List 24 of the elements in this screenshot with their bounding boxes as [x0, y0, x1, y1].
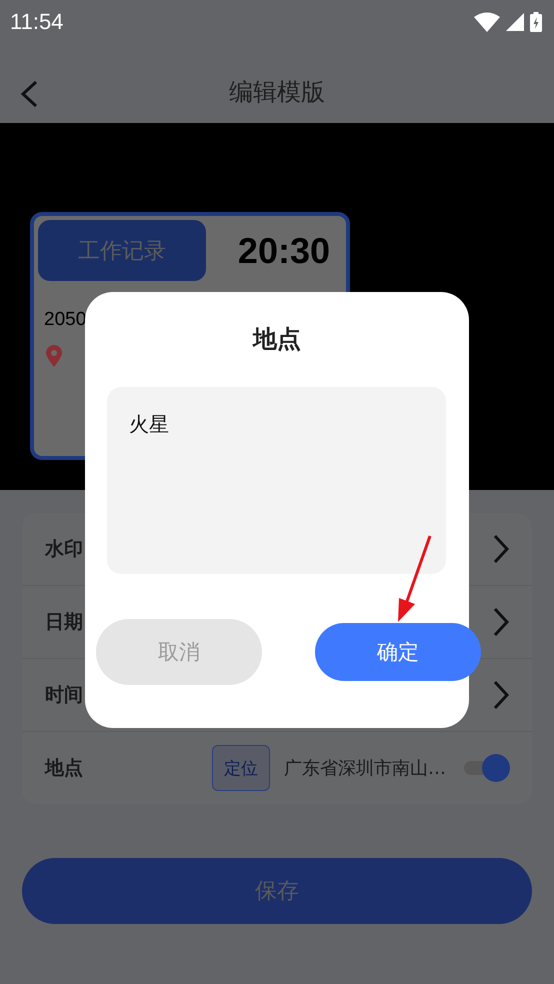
watermark-tag: 工作记录: [38, 220, 206, 281]
toggle-switch[interactable]: [464, 753, 510, 783]
status-time: 11:54: [10, 9, 64, 35]
dialog-title: 地点: [251, 324, 302, 355]
save-button[interactable]: 保存: [22, 858, 532, 924]
setting-label: 日期: [45, 610, 84, 635]
wifi-icon: [474, 12, 500, 32]
setting-label: 地点: [45, 756, 84, 781]
battery-icon: [530, 12, 542, 32]
back-icon[interactable]: [20, 80, 38, 108]
chevron-right-icon[interactable]: [492, 680, 510, 710]
setting-label: 水印: [45, 537, 84, 562]
locate-button[interactable]: 定位: [212, 745, 270, 791]
signal-icon: [506, 13, 524, 31]
setting-label: 时间: [45, 683, 84, 708]
location-pin-icon: [46, 345, 62, 367]
chevron-right-icon[interactable]: [492, 534, 510, 564]
page-title: 编辑模版: [229, 76, 325, 108]
location-input[interactable]: 火星: [107, 387, 446, 574]
chevron-right-icon[interactable]: [492, 607, 510, 637]
address-text: 广东省深圳市南山…: [284, 757, 446, 780]
cancel-button[interactable]: 取消: [96, 619, 262, 685]
watermark-time: 20:30: [238, 230, 330, 272]
confirm-button[interactable]: 确定: [315, 623, 481, 681]
